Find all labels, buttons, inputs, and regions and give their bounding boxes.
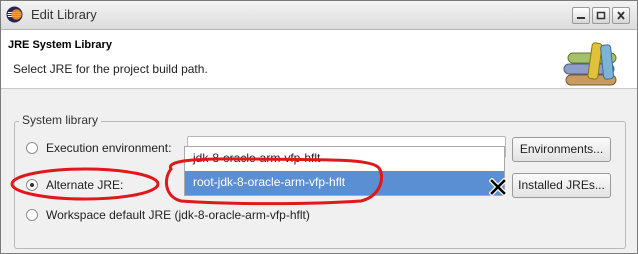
window-title: Edit Library [31, 7, 97, 22]
maximize-button[interactable] [592, 7, 610, 24]
edit-library-dialog: Edit Library JRE System Library Select J… [0, 0, 638, 254]
environments-button[interactable]: Environments... [512, 137, 611, 162]
dropdown-item-selected[interactable]: root-jdk-8-oracle-arm-vfp-hflt [185, 171, 504, 195]
radio-button[interactable] [26, 142, 38, 154]
radio-label: Alternate JRE: [46, 178, 124, 192]
radio-execution-environment[interactable]: Execution environment: [26, 139, 171, 157]
radio-alternate-jre[interactable]: Alternate JRE: [26, 176, 123, 194]
group-label: System library [19, 113, 102, 127]
close-button[interactable] [612, 7, 630, 24]
dialog-header: JRE System Library Select JRE for the pr… [1, 30, 637, 89]
header-title: JRE System Library [8, 39, 112, 51]
radio-label: Workspace default JRE (jdk-8-oracle-arm-… [46, 208, 310, 222]
close-icon [617, 11, 625, 20]
installed-jres-button[interactable]: Installed JREs... [512, 173, 611, 198]
radio-workspace-default[interactable]: Workspace default JRE (jdk-8-oracle-arm-… [26, 206, 310, 224]
eclipse-icon [6, 6, 23, 23]
alternate-jre-dropdown-list[interactable]: jdk-8-oracle-arm-vfp-hflt root-jdk-8-ora… [184, 146, 505, 196]
minimize-button[interactable] [572, 7, 590, 24]
radio-label: Execution environment: [46, 141, 172, 155]
minimize-icon [577, 17, 585, 19]
dropdown-item[interactable]: jdk-8-oracle-arm-vfp-hflt [185, 147, 504, 171]
title-bar[interactable]: Edit Library [1, 1, 637, 30]
header-description: Select JRE for the project build path. [13, 62, 208, 76]
radio-button[interactable] [26, 209, 38, 221]
books-icon [563, 42, 617, 86]
maximize-icon [596, 11, 606, 20]
radio-button-selected[interactable] [26, 179, 38, 191]
